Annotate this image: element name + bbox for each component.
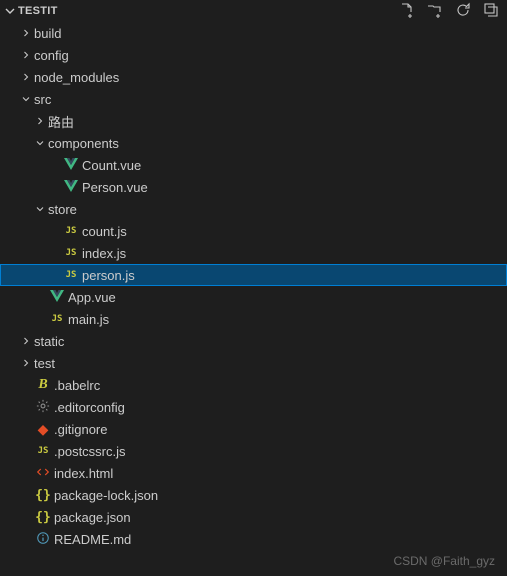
js-icon: JS: [62, 226, 80, 236]
file-row[interactable]: {}package-lock.json: [0, 484, 507, 506]
folder-row[interactable]: node_modules: [0, 66, 507, 88]
gear-icon: [34, 399, 52, 416]
tree-item-label: main.js: [68, 312, 109, 327]
file-row[interactable]: README.md: [0, 528, 507, 550]
watermark: CSDN @Faith_gyz: [393, 554, 495, 568]
new-file-icon[interactable]: [399, 2, 415, 21]
git-icon: ◆: [34, 421, 52, 438]
chevron-down-icon: [2, 3, 18, 19]
vue-icon: [48, 290, 66, 305]
file-row[interactable]: B.babelrc: [0, 374, 507, 396]
file-row[interactable]: JSindex.js: [0, 242, 507, 264]
file-row[interactable]: JScount.js: [0, 220, 507, 242]
js-icon: JS: [62, 270, 80, 280]
tree-item-label: .gitignore: [54, 422, 107, 437]
file-row[interactable]: JSperson.js: [0, 264, 507, 286]
file-row[interactable]: JSmain.js: [0, 308, 507, 330]
file-row[interactable]: App.vue: [0, 286, 507, 308]
new-folder-icon[interactable]: [427, 2, 443, 21]
file-row[interactable]: Person.vue: [0, 176, 507, 198]
tree-item-label: Person.vue: [82, 180, 148, 195]
tree-item-label: src: [34, 92, 51, 107]
file-row[interactable]: {}package.json: [0, 506, 507, 528]
tree-item-label: .postcssrc.js: [54, 444, 126, 459]
folder-row[interactable]: config: [0, 44, 507, 66]
tree-item-label: static: [34, 334, 64, 349]
header-actions: [399, 2, 499, 21]
info-icon: [34, 531, 52, 548]
tree-item-label: .editorconfig: [54, 400, 125, 415]
tree-item-label: test: [34, 356, 55, 371]
folder-row[interactable]: test: [0, 352, 507, 374]
file-tree: build config node_modulessrc 路由 components Co…: [0, 22, 507, 576]
tree-item-label: build: [34, 26, 61, 41]
js-icon: JS: [62, 248, 80, 258]
chevron-down-icon[interactable]: [32, 203, 48, 215]
tree-item-label: Count.vue: [82, 158, 141, 173]
chevron-down-icon[interactable]: [32, 137, 48, 149]
tree-item-label: store: [48, 202, 77, 217]
json-icon: {}: [34, 488, 52, 503]
chevron-right-icon[interactable]: [18, 27, 34, 39]
explorer-header[interactable]: TESTIT: [0, 0, 507, 22]
tree-item-label: .babelrc: [54, 378, 100, 393]
file-row[interactable]: Count.vue: [0, 154, 507, 176]
tree-item-label: config: [34, 48, 69, 63]
tree-item-label: count.js: [82, 224, 127, 239]
folder-row[interactable]: build: [0, 22, 507, 44]
tree-item-label: index.html: [54, 466, 113, 481]
tree-item-label: person.js: [82, 268, 135, 283]
babel-icon: B: [34, 377, 52, 393]
tree-item-label: README.md: [54, 532, 131, 547]
js-icon: JS: [48, 314, 66, 324]
folder-row[interactable]: static: [0, 330, 507, 352]
tree-item-label: package-lock.json: [54, 488, 158, 503]
tree-item-label: index.js: [82, 246, 126, 261]
html-icon: [34, 466, 52, 481]
file-row[interactable]: index.html: [0, 462, 507, 484]
folder-row[interactable]: src: [0, 88, 507, 110]
chevron-right-icon[interactable]: [18, 357, 34, 369]
file-row[interactable]: ◆.gitignore: [0, 418, 507, 440]
refresh-icon[interactable]: [455, 2, 471, 21]
tree-item-label: App.vue: [68, 290, 116, 305]
chevron-right-icon[interactable]: [18, 335, 34, 347]
chevron-down-icon[interactable]: [18, 93, 34, 105]
js-icon: JS: [34, 446, 52, 456]
file-explorer-panel: TESTIT build config node_modulessrc 路由 compo…: [0, 0, 507, 576]
file-row[interactable]: .editorconfig: [0, 396, 507, 418]
tree-item-label: components: [48, 136, 119, 151]
chevron-right-icon[interactable]: [18, 49, 34, 61]
chevron-right-icon[interactable]: [32, 115, 48, 127]
vue-icon: [62, 180, 80, 195]
project-title: TESTIT: [18, 5, 399, 17]
folder-row[interactable]: store: [0, 198, 507, 220]
json-icon: {}: [34, 510, 52, 525]
file-row[interactable]: JS.postcssrc.js: [0, 440, 507, 462]
folder-row[interactable]: 路由: [0, 110, 507, 132]
tree-item-label: node_modules: [34, 70, 119, 85]
tree-item-label: package.json: [54, 510, 131, 525]
collapse-all-icon[interactable]: [483, 2, 499, 21]
folder-row[interactable]: components: [0, 132, 507, 154]
tree-item-label: 路由: [48, 112, 74, 131]
vue-icon: [62, 158, 80, 173]
chevron-right-icon[interactable]: [18, 71, 34, 83]
